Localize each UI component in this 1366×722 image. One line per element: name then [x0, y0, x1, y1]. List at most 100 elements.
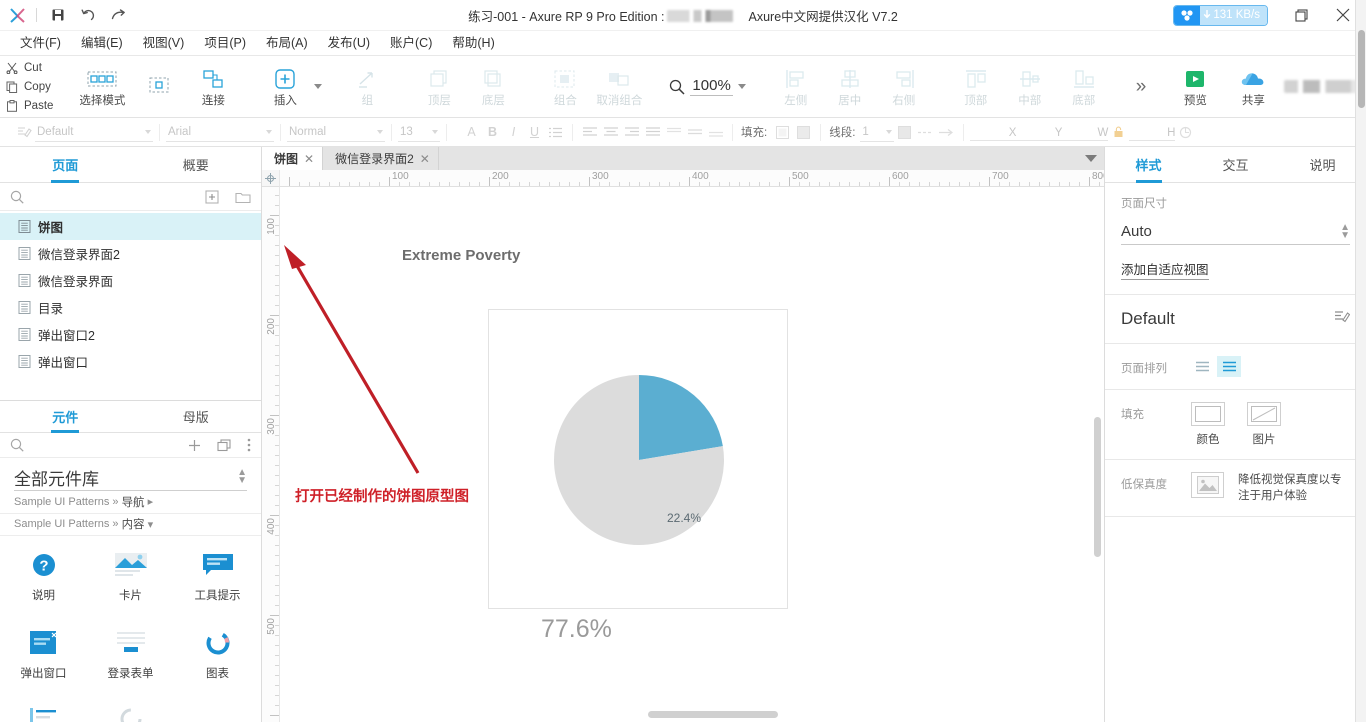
- low-fidelity-toggle[interactable]: [1191, 472, 1224, 498]
- low-fidelity-label: 低保真度: [1121, 479, 1167, 491]
- pie-chart[interactable]: 22.4% 77.6%: [489, 310, 789, 643]
- canvas-vertical-scrollbar[interactable]: [1094, 417, 1101, 557]
- share-button[interactable]: 共享: [1226, 60, 1280, 114]
- tab-notes[interactable]: 说明: [1279, 147, 1366, 182]
- ruler-tick: [619, 182, 620, 186]
- canvas-horizontal-scrollbar[interactable]: [648, 711, 778, 718]
- menu-file[interactable]: 文件(F): [10, 31, 71, 56]
- close-icon[interactable]: ✕: [304, 153, 314, 165]
- add-folder-icon[interactable]: [235, 190, 251, 204]
- ruler-tick: [275, 355, 279, 356]
- page-size-select[interactable]: Auto ▲ ▼: [1121, 219, 1350, 245]
- menu-help[interactable]: 帮助(H): [442, 31, 504, 56]
- page-item-3[interactable]: 目录: [0, 294, 261, 321]
- page-item-5[interactable]: 弹出窗口: [0, 348, 261, 375]
- pie-slice[interactable]: [639, 375, 723, 460]
- toolbar-overflow-button[interactable]: »: [1120, 76, 1163, 98]
- widget-group-nav[interactable]: Sample UI Patterns » 导航 ▸: [0, 491, 261, 514]
- menu-project[interactable]: 项目(P): [194, 31, 256, 56]
- font-size-select[interactable]: 13: [398, 123, 440, 142]
- account-name-blurred[interactable]: [1284, 80, 1366, 93]
- menu-edit[interactable]: 编辑(E): [71, 31, 133, 56]
- vertical-ruler[interactable]: 100 200 300 400 500: [262, 187, 280, 722]
- copy-button[interactable]: Copy: [6, 78, 53, 96]
- align-page-center-button[interactable]: [1217, 356, 1241, 377]
- widget-item-login-form[interactable]: 登录表单: [87, 620, 174, 698]
- menu-account[interactable]: 账户(C): [380, 31, 442, 56]
- page-item-2[interactable]: 微信登录界面: [0, 267, 261, 294]
- widget-item-partial-1[interactable]: [0, 698, 87, 722]
- y-field[interactable]: Y: [1016, 123, 1063, 141]
- style-brush-icon[interactable]: [14, 122, 35, 143]
- cut-button[interactable]: Cut: [6, 59, 53, 77]
- fill-image-option[interactable]: 图片: [1247, 402, 1281, 447]
- widget-item-partial-2[interactable]: [87, 698, 174, 722]
- widget-item-partial-3[interactable]: [174, 698, 261, 722]
- save-icon[interactable]: [43, 0, 73, 31]
- widget-item-card[interactable]: 卡片: [87, 542, 174, 620]
- app-right-edge-scrollbar[interactable]: [1355, 0, 1366, 722]
- horizontal-ruler[interactable]: 100 200 300 400 500 600 700 800: [280, 170, 1104, 187]
- widget-item-chart[interactable]: 图表: [174, 620, 261, 698]
- paste-button[interactable]: Paste: [6, 97, 53, 115]
- style-select[interactable]: Default: [35, 123, 153, 142]
- canvas-tab-0[interactable]: 饼图 ✕: [262, 147, 324, 170]
- network-speed-badge[interactable]: 131 KB/s: [1173, 4, 1268, 26]
- select-mode-button[interactable]: 选择模式: [72, 60, 132, 114]
- menu-layout[interactable]: 布局(A): [256, 31, 318, 56]
- zoom-value[interactable]: 100%: [690, 77, 733, 96]
- restore-window-icon[interactable]: [1280, 0, 1322, 31]
- redo-icon[interactable]: [103, 0, 133, 31]
- search-icon[interactable]: [10, 190, 24, 204]
- format-divider-7: [820, 123, 822, 141]
- chart-container[interactable]: 22.4% 77.6%: [488, 309, 789, 643]
- widget-item-tooltip[interactable]: 工具提示: [174, 542, 261, 620]
- ruler-origin-icon[interactable]: [262, 170, 280, 187]
- duplicate-icon[interactable]: [217, 439, 231, 452]
- font-weight-select[interactable]: Normal: [287, 123, 385, 142]
- fill-color-option[interactable]: 颜色: [1191, 402, 1225, 447]
- canvas-tab-1[interactable]: 微信登录界面2 ✕: [323, 147, 439, 170]
- lock-aspect-icon[interactable]: [1108, 122, 1129, 143]
- widget-item-modal[interactable]: 弹出窗口: [0, 620, 87, 698]
- insert-dropdown-caret-icon[interactable]: [314, 84, 323, 89]
- w-field[interactable]: W: [1062, 123, 1109, 141]
- menu-publish[interactable]: 发布(U): [318, 31, 380, 56]
- select-single-button[interactable]: [132, 60, 186, 114]
- rotate-icon[interactable]: [1175, 122, 1196, 143]
- widget-item-note[interactable]: ? 说明: [0, 542, 87, 620]
- page-item-1[interactable]: 微信登录界面2: [0, 240, 261, 267]
- page-item-0[interactable]: 饼图: [0, 213, 261, 240]
- connect-button[interactable]: 连接: [186, 60, 240, 114]
- plus-icon[interactable]: [188, 439, 201, 452]
- tab-masters[interactable]: 母版: [131, 401, 262, 432]
- zoom-dropdown-caret-icon[interactable]: [737, 84, 746, 89]
- add-adaptive-view-link[interactable]: 添加自适应视图: [1121, 259, 1209, 280]
- preview-button[interactable]: 预览: [1168, 60, 1222, 114]
- design-canvas[interactable]: Extreme Poverty 22.4% 77.6% 打开已经制作的饼图原型图: [280, 187, 1104, 722]
- tab-outline[interactable]: 概要: [131, 147, 262, 182]
- insert-button[interactable]: 插入: [258, 60, 312, 114]
- canvas-tab-dropdown-icon[interactable]: [1078, 147, 1104, 170]
- page-item-4[interactable]: 弹出窗口2: [0, 321, 261, 348]
- x-field[interactable]: X: [970, 123, 1017, 141]
- kebab-menu-icon[interactable]: [247, 438, 251, 452]
- tab-pages[interactable]: 页面: [0, 147, 131, 182]
- h-field[interactable]: H: [1129, 123, 1176, 141]
- tab-interactions[interactable]: 交互: [1192, 147, 1279, 182]
- line-width-select[interactable]: 1: [860, 123, 895, 142]
- edit-style-icon[interactable]: [1334, 309, 1351, 329]
- align-page-left-button[interactable]: [1191, 356, 1215, 377]
- font-family-select[interactable]: Arial: [166, 123, 274, 142]
- app-scrollbar-thumb[interactable]: [1358, 30, 1365, 108]
- zoom-control[interactable]: 100%: [655, 56, 759, 117]
- undo-icon[interactable]: [73, 0, 103, 31]
- add-page-icon[interactable]: [205, 189, 219, 204]
- close-icon[interactable]: ✕: [420, 153, 430, 165]
- tab-style[interactable]: 样式: [1105, 147, 1192, 182]
- menu-view[interactable]: 视图(V): [133, 31, 195, 56]
- widget-group-content[interactable]: Sample UI Patterns » 内容 ▾: [0, 514, 261, 536]
- tab-widgets[interactable]: 元件: [0, 401, 131, 432]
- search-icon[interactable]: [10, 438, 24, 452]
- widget-library-select[interactable]: 全部元件库 ▲ ▼: [14, 464, 247, 492]
